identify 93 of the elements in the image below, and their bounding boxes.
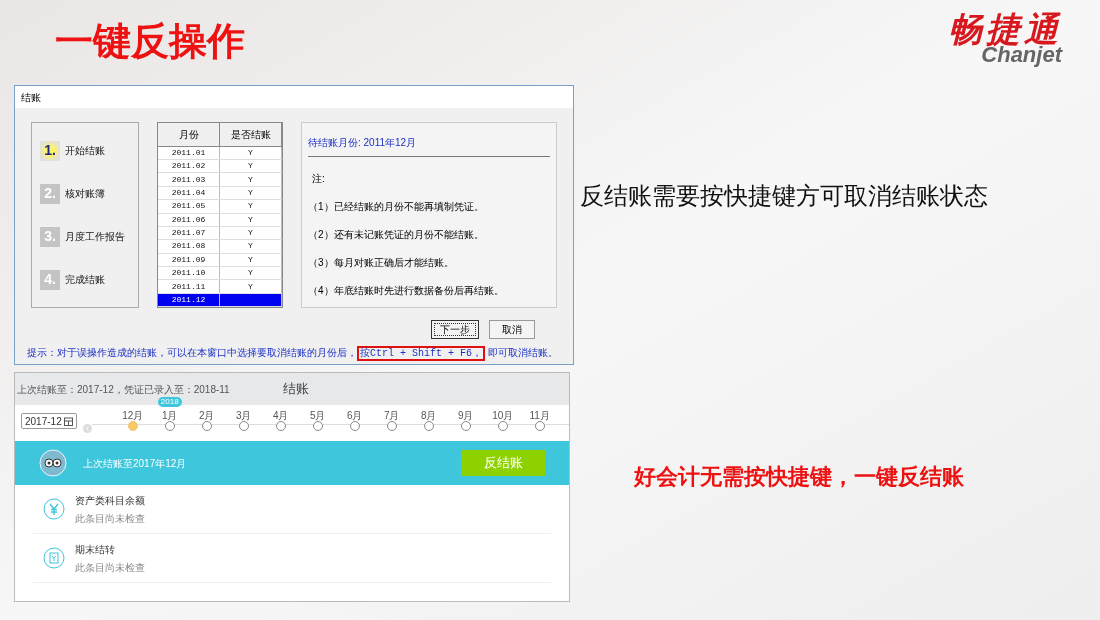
highlight-caption: 好会计无需按快捷键，一键反结账 xyxy=(634,463,964,491)
month-label: 6月 xyxy=(346,410,363,421)
note-label: 注: xyxy=(312,172,326,186)
month-label: 3月 xyxy=(235,410,252,421)
document-icon xyxy=(43,547,65,569)
table-cell: Y xyxy=(220,253,282,266)
yen-icon xyxy=(43,498,65,520)
dialog-button[interactable]: 下一步 xyxy=(431,320,479,339)
note-text: （2）还有未记账凭证的月份不能结账。 xyxy=(308,228,485,242)
timeline-node[interactable] xyxy=(201,421,212,431)
shortcut-highlight: 按Ctrl + Shift + F6， xyxy=(357,346,486,361)
table-cell: Y xyxy=(220,213,282,226)
month-label: 8月 xyxy=(420,410,437,421)
table-cell: Y xyxy=(220,186,282,200)
pending-month: 待结账月份: 2011年12月 xyxy=(308,135,550,157)
step-label: 月度工作报告 xyxy=(65,230,125,244)
table-row[interactable]: 2011.07 Y xyxy=(158,226,282,241)
table-cell: 2011.07 xyxy=(158,226,220,240)
table-cell: 2011.09 xyxy=(158,253,220,266)
table-cell: 2011.06 xyxy=(158,213,220,226)
table-cell: Y xyxy=(220,226,282,240)
table-row[interactable]: 2011.09 Y xyxy=(158,253,282,267)
table-cell: 2011.05 xyxy=(158,200,220,213)
table-row[interactable]: 2011.03 Y xyxy=(158,173,282,187)
timeline-node[interactable] xyxy=(349,421,360,431)
table-cell: Y xyxy=(220,280,282,293)
month-label: 9月 xyxy=(457,410,474,421)
step-label: 核对账簿 xyxy=(65,187,105,201)
timeline-node[interactable] xyxy=(275,421,286,431)
timeline-node[interactable] xyxy=(534,421,545,431)
table-cell: Y xyxy=(220,240,282,253)
table-row[interactable]: 2011.11 Y xyxy=(158,280,282,294)
table-cell: 2011.10 xyxy=(158,266,220,280)
timeline-node[interactable] xyxy=(386,421,397,431)
check-title: 期末结转 xyxy=(75,542,116,557)
calendar-icon xyxy=(63,416,73,426)
month-label: 10月 xyxy=(492,410,514,421)
check-title: 资产类科目余额 xyxy=(75,493,145,508)
table-cell: 2011.03 xyxy=(158,173,220,186)
step-label: 完成结账 xyxy=(65,273,105,287)
hint-text: 提示：对于误操作造成的结账，可以在本窗口中选择要取消结账的月份后， 按Ctrl + Shift + F6， 即可取消结账。 xyxy=(26,345,559,361)
caption-text: 反结账需要按快捷键方可取消结账状态 xyxy=(580,181,988,211)
month-label: 7月 xyxy=(383,410,400,421)
timeline-node[interactable] xyxy=(460,421,471,431)
table-row[interactable]: 2011.10 Y xyxy=(158,266,282,281)
table-cell: 2011.08 xyxy=(158,240,220,253)
app-title: 结账 xyxy=(283,380,309,399)
banner-text: 上次结账至2017年12月 xyxy=(83,456,187,471)
table-row[interactable]: 2011.04 Y xyxy=(158,186,282,201)
table-cell: 2011.02 xyxy=(158,160,220,173)
table-cell: Y xyxy=(220,146,282,160)
table-row[interactable]: 2011.02 Y xyxy=(158,160,282,174)
table-cell: Y xyxy=(220,173,282,186)
month-label: 2月 xyxy=(198,410,215,421)
step-label: 开始结账 xyxy=(65,144,105,158)
check-status: 此条目尚未检查 xyxy=(75,560,145,575)
logo: 畅捷通 Chanjet xyxy=(948,12,1062,66)
table-cell: 2011.01 xyxy=(158,146,220,160)
timeline-node[interactable] xyxy=(238,421,249,431)
mascot-icon xyxy=(39,449,67,477)
status-text: 上次结账至：2017-12，凭证已录入至：2018-11 xyxy=(16,382,230,397)
slide-title: 一键反操作 xyxy=(55,22,245,60)
table-row[interactable]: 2011.06 Y xyxy=(158,213,282,227)
table-row[interactable]: 2011.05 Y xyxy=(158,200,282,214)
dialog-button[interactable]: 取消 xyxy=(489,320,535,339)
date-field[interactable]: 2017-12 xyxy=(21,413,77,429)
table-cell: 2011.12 xyxy=(158,293,220,307)
note-text: （1）已经结账的月份不能再填制凭证。 xyxy=(308,200,485,214)
table-cell: Y xyxy=(220,200,282,213)
month-label: 12月 xyxy=(122,410,144,421)
table-row[interactable]: 2011.01 Y xyxy=(158,146,282,161)
year-badge: 2018 xyxy=(157,397,182,407)
table-row[interactable]: 2011.08 Y xyxy=(158,240,282,254)
timeline-node[interactable] xyxy=(127,421,138,431)
table-cell: 2011.11 xyxy=(158,280,220,293)
note-text: （4）年底结账时先进行数据备份后再结账。 xyxy=(308,284,505,298)
timeline-node[interactable] xyxy=(312,421,323,431)
window-title: 结账 xyxy=(15,86,573,108)
month-label: 11月 xyxy=(529,410,550,421)
step-number[interactable]: 1. xyxy=(40,140,60,161)
note-text: （3）每月对账正确后才能结账。 xyxy=(308,256,455,270)
month-label: 5月 xyxy=(309,410,326,421)
month-label: 4月 xyxy=(272,410,289,421)
column-header: 是否结账 xyxy=(220,123,282,146)
table-cell: Y xyxy=(220,266,282,280)
table-cell: Y xyxy=(220,160,282,173)
timeline-node[interactable] xyxy=(164,421,175,431)
table-cell: 2011.04 xyxy=(158,186,220,200)
timeline-node[interactable] xyxy=(497,421,508,431)
check-status: 此条目尚未检查 xyxy=(75,511,145,526)
column-header: 月份 xyxy=(158,123,220,146)
timeline-node[interactable] xyxy=(423,421,434,431)
month-label: 1月 xyxy=(161,410,178,421)
